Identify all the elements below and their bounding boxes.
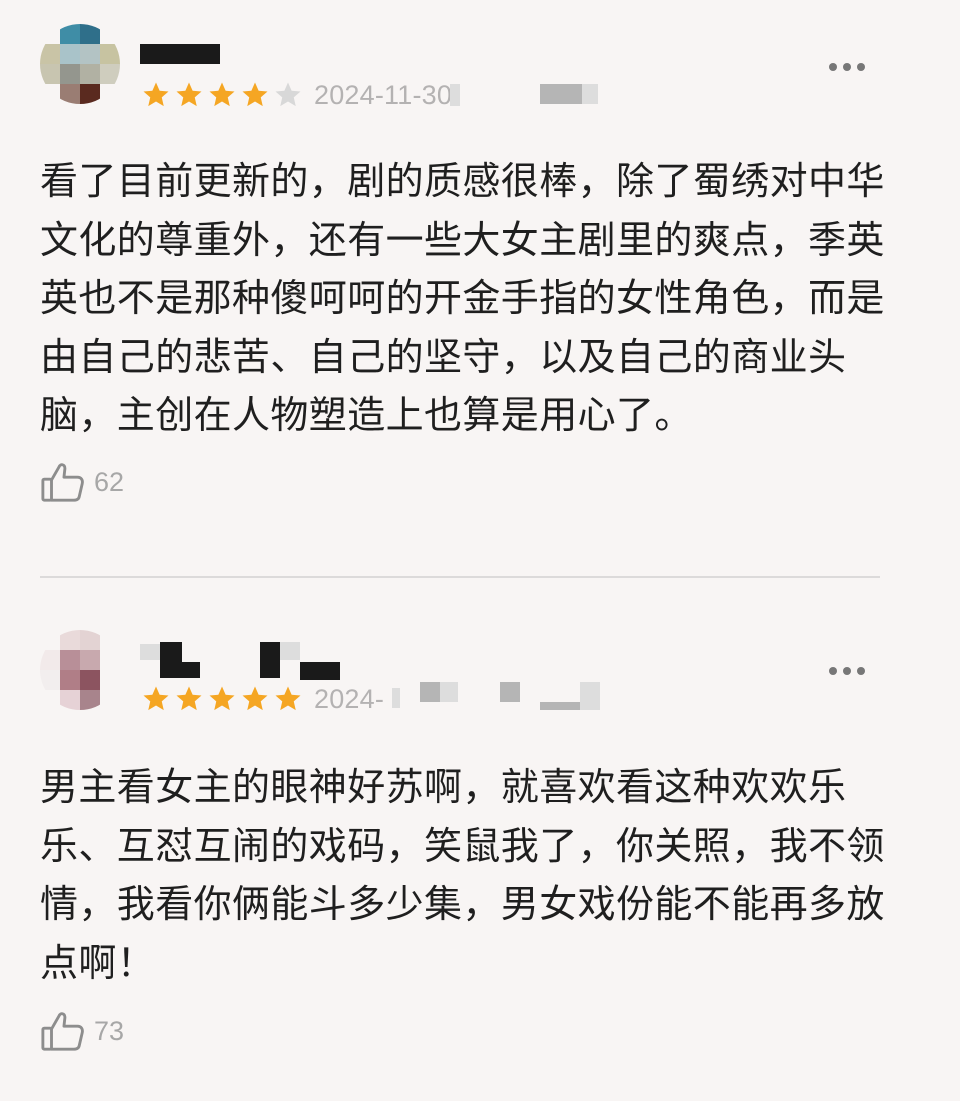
review-date: 2024-11-30 [314, 80, 453, 110]
star-empty-icon [272, 80, 304, 110]
star-filled-icon [206, 80, 238, 110]
avatar[interactable] [40, 24, 120, 104]
star-filled-icon [140, 684, 172, 714]
redaction [420, 682, 440, 702]
redaction [260, 642, 280, 678]
like-button[interactable]: 62 [40, 459, 124, 505]
star-filled-icon [140, 80, 172, 110]
thumbs-up-icon [40, 459, 86, 505]
review-text: 男主看女主的眼神好苏啊，就喜欢看这种欢欢乐乐、互怼互闹的戏码，笑鼠我了，你关照，… [40, 765, 885, 985]
redaction [440, 682, 458, 702]
star-rating [140, 80, 304, 110]
star-filled-icon [239, 684, 271, 714]
more-options-button[interactable] [826, 664, 868, 678]
review-item: 2024-11-30 看了目前更新的，剧的质感很棒，除了蜀绣对中华文化的尊重外，… [0, 0, 960, 577]
redaction [160, 662, 200, 678]
star-filled-icon [173, 80, 205, 110]
redaction [140, 644, 160, 660]
redaction [300, 662, 340, 680]
star-filled-icon [239, 80, 271, 110]
redaction [582, 84, 598, 104]
thumbs-up-icon [40, 1008, 86, 1054]
star-filled-icon [272, 684, 304, 714]
redaction [540, 84, 582, 104]
redaction [280, 642, 300, 660]
like-count: 62 [94, 466, 125, 497]
redaction [500, 682, 520, 702]
review-item: 2024- 男主看女主的眼神好苏啊，就喜欢看这种欢欢乐乐、互怼互闹的戏码，笑鼠我… [0, 578, 960, 1101]
like-count: 73 [94, 1015, 125, 1046]
like-button[interactable]: 73 [40, 1008, 124, 1054]
username-redaction [140, 44, 220, 64]
redaction [392, 688, 400, 708]
star-filled-icon [173, 684, 205, 714]
star-rating [140, 684, 304, 714]
redaction [580, 682, 600, 710]
star-filled-icon [206, 684, 238, 714]
redaction [540, 702, 580, 710]
more-options-button[interactable] [826, 60, 868, 74]
review-date: 2024- [314, 684, 385, 714]
review-text: 看了目前更新的，剧的质感很棒，除了蜀绣对中华文化的尊重外，还有一些大女主剧里的爽… [40, 159, 885, 437]
avatar[interactable] [40, 630, 120, 710]
redaction [450, 84, 460, 106]
redaction [160, 642, 182, 662]
